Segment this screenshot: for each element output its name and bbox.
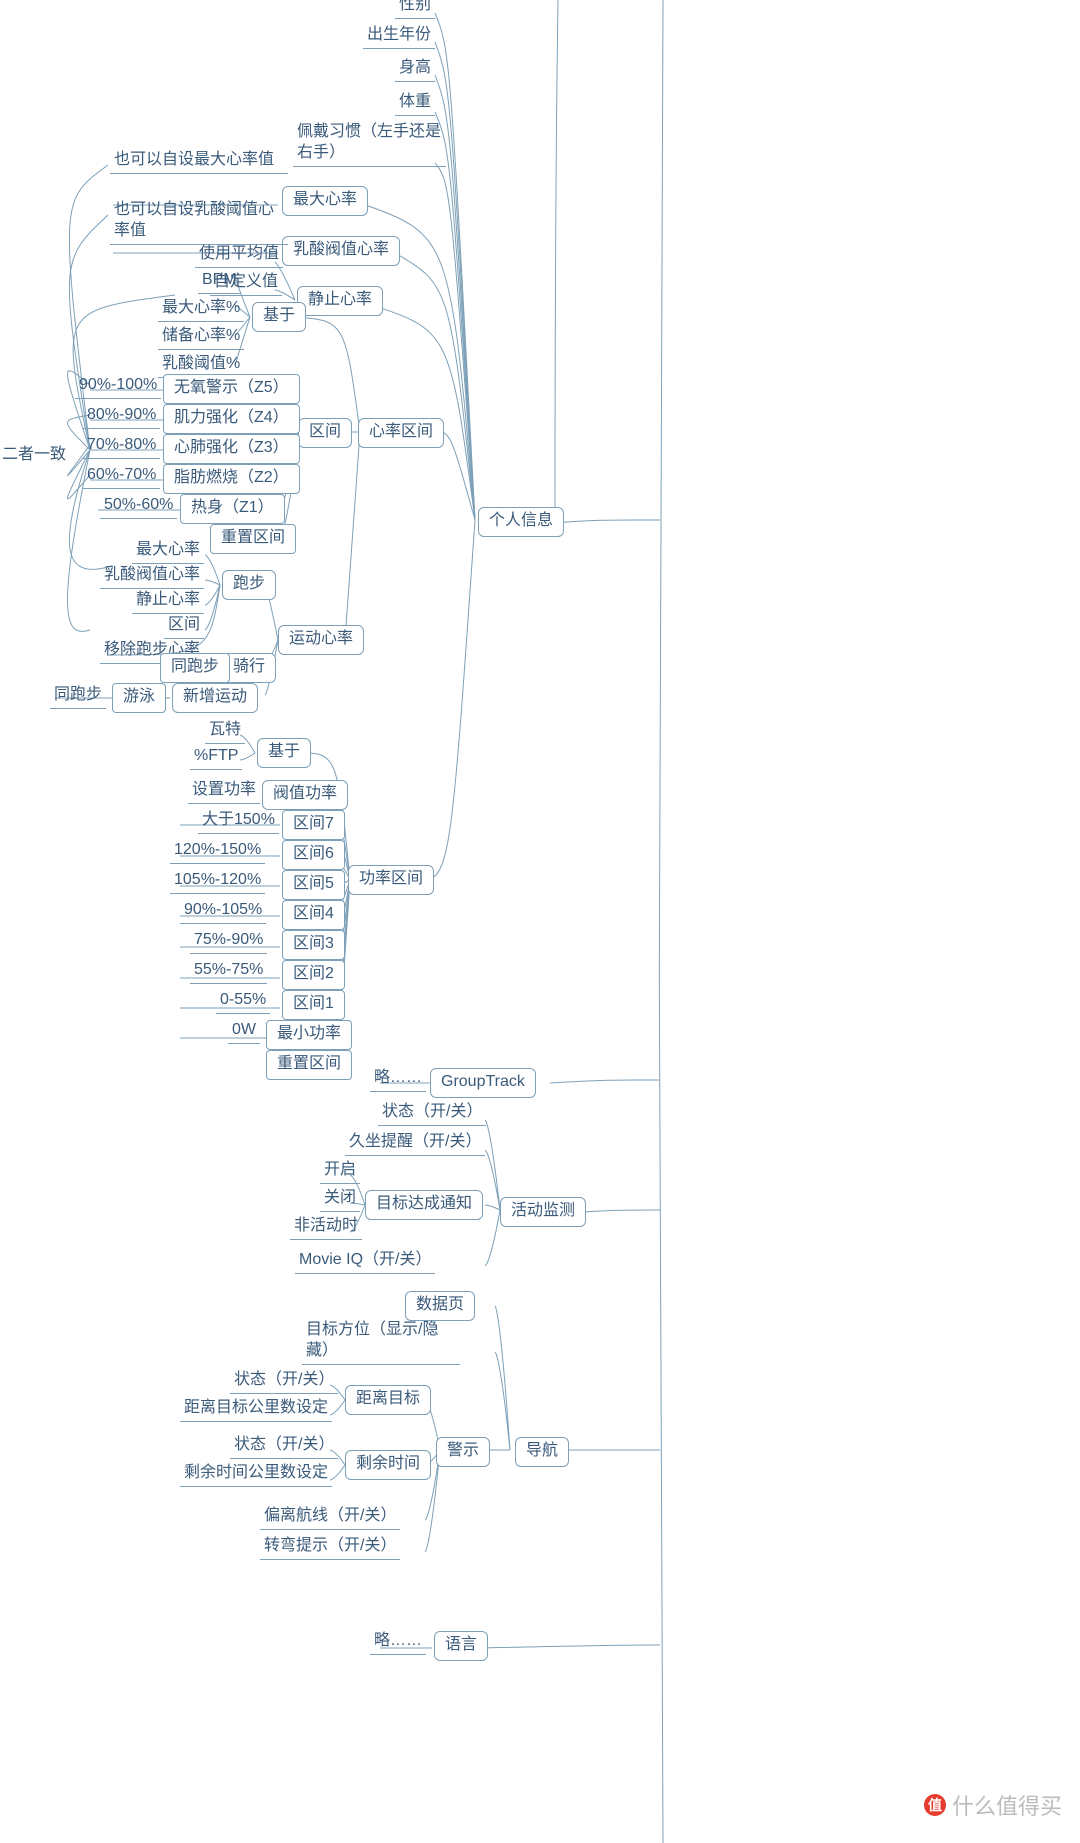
node-pz6: 区间6 bbox=[282, 840, 345, 870]
node-pz1: 区间1 bbox=[282, 990, 345, 1020]
leaf-lactate-hr-note: 也可以自设乳酸阈值心率值 bbox=[110, 200, 288, 245]
watermark-text: 什么值得买 bbox=[952, 1789, 1062, 1821]
watermark-badge-icon: 值 bbox=[924, 1794, 946, 1816]
node-max-hr: 最大心率 bbox=[282, 186, 368, 216]
leaf-grouptrack-omit: 略…… bbox=[370, 1068, 426, 1092]
leaf-resting-avg: 使用平均值 bbox=[195, 244, 283, 268]
node-dist-goal: 距离目标 bbox=[345, 1385, 431, 1415]
node-pz5: 区间5 bbox=[282, 870, 345, 900]
node-z5: 无氧警示（Z5） bbox=[163, 374, 300, 404]
node-pmin: 最小功率 bbox=[266, 1020, 352, 1050]
node-run: 跑步 bbox=[222, 570, 276, 600]
leaf-max-hr-note: 也可以自设最大心率值 bbox=[110, 150, 288, 174]
node-hr-zones: 区间 bbox=[298, 418, 352, 448]
leaf-am-status: 状态（开/关） bbox=[378, 1102, 486, 1126]
leaf-dg-status: 状态（开/关） bbox=[230, 1370, 338, 1394]
leaf-turn-prompt: 转弯提示（开/关） bbox=[260, 1536, 400, 1560]
node-time-rem: 剩余时间 bbox=[345, 1450, 431, 1480]
leaf-power-watt: 瓦特 bbox=[205, 720, 245, 744]
leaf-pz3-pct: 75%-90% bbox=[190, 930, 267, 954]
leaf-language-omit: 略…… bbox=[370, 1631, 426, 1655]
leaf-movie-iq: Movie IQ（开/关） bbox=[295, 1250, 435, 1274]
node-power-based-on: 基于 bbox=[257, 738, 311, 768]
node-z2: 脂肪燃烧（Z2） bbox=[163, 464, 300, 494]
node-navigation: 导航 bbox=[515, 1437, 569, 1467]
node-hr-based-on: 基于 bbox=[252, 302, 306, 332]
node-data-page: 数据页 bbox=[405, 1291, 475, 1321]
leaf-set-power: 设置功率 bbox=[188, 780, 260, 804]
node-personal-info: 个人信息 bbox=[478, 507, 564, 537]
leaf-gender: 性别 bbox=[395, 0, 435, 19]
leaf-power-ftp: %FTP bbox=[190, 746, 242, 770]
node-hr-zone: 心率区间 bbox=[358, 418, 444, 448]
leaf-z2-pct: 60%-70% bbox=[83, 465, 160, 489]
leaf-weight: 体重 bbox=[395, 92, 435, 116]
node-pz2: 区间2 bbox=[282, 960, 345, 990]
node-pz4: 区间4 bbox=[282, 900, 345, 930]
leaf-pz4-pct: 90%-105% bbox=[180, 900, 266, 924]
root-annotation: 二者一致 bbox=[2, 440, 66, 464]
leaf-hr-hrr-pct: 储备心率% bbox=[158, 326, 244, 350]
leaf-z3-pct: 70%-80% bbox=[83, 435, 160, 459]
node-ride: 骑行 bbox=[222, 653, 276, 683]
leaf-pz5-pct: 105%-120% bbox=[170, 870, 265, 894]
node-power-zone: 功率区间 bbox=[348, 865, 434, 895]
leaf-tr-status: 状态（开/关） bbox=[230, 1435, 338, 1459]
leaf-run-resting: 静止心率 bbox=[132, 590, 204, 614]
leaf-dg-set: 距离目标公里数设定 bbox=[180, 1398, 332, 1422]
leaf-hr-bpm: BPM bbox=[198, 270, 241, 294]
leaf-wear-habit: 佩戴习惯（左手还是右手） bbox=[293, 122, 446, 167]
leaf-height: 身高 bbox=[395, 58, 435, 82]
leaf-pz1-pct: 0-55% bbox=[216, 990, 270, 1014]
leaf-hr-maxhr-pct: 最大心率% bbox=[158, 298, 244, 322]
node-z1: 热身（Z1） bbox=[180, 494, 285, 524]
leaf-ride-same: 同跑步 bbox=[160, 653, 230, 683]
node-goal-notify: 目标达成通知 bbox=[365, 1190, 483, 1220]
leaf-off-course: 偏离航线（开/关） bbox=[260, 1506, 400, 1530]
watermark: 值 什么值得买 bbox=[924, 1789, 1062, 1821]
node-language: 语言 bbox=[434, 1631, 488, 1661]
node-activity-monitor: 活动监测 bbox=[500, 1197, 586, 1227]
node-z4: 肌力强化（Z4） bbox=[163, 404, 300, 434]
leaf-pz2-pct: 55%-75% bbox=[190, 960, 267, 984]
leaf-tr-set: 剩余时间公里数设定 bbox=[180, 1463, 332, 1487]
leaf-gn-idle: 非活动时 bbox=[290, 1216, 362, 1240]
node-alert: 警示 bbox=[436, 1437, 490, 1467]
mindmap-diagram: { "root_side_label": "二者一致", "personal_i… bbox=[0, 0, 1080, 1843]
node-lactate-hr: 乳酸阀值心率 bbox=[282, 236, 400, 266]
leaf-z4-pct: 80%-90% bbox=[83, 405, 160, 429]
node-add-sport: 新增运动 bbox=[172, 683, 258, 713]
leaf-run-lactate: 乳酸阀值心率 bbox=[100, 565, 204, 589]
leaf-birth-year: 出生年份 bbox=[363, 25, 435, 49]
leaf-gn-off: 关闭 bbox=[320, 1188, 360, 1212]
leaf-z5-pct: 90%-100% bbox=[75, 375, 161, 399]
leaf-am-sit: 久坐提醒（开/关） bbox=[345, 1132, 485, 1156]
node-z3: 心肺强化（Z3） bbox=[163, 434, 300, 464]
leaf-gn-on: 开启 bbox=[320, 1160, 360, 1184]
node-sport-hr: 运动心率 bbox=[278, 625, 364, 655]
node-pz7: 区间7 bbox=[282, 810, 345, 840]
node-hr-reset: 重置区间 bbox=[210, 524, 296, 554]
leaf-z1-pct: 50%-60% bbox=[100, 495, 177, 519]
leaf-swim-same: 同跑步 bbox=[50, 685, 106, 709]
connector-lines bbox=[0, 0, 1080, 1843]
leaf-bearing: 目标方位（显示/隐藏） bbox=[302, 1320, 460, 1365]
leaf-run-maxhr: 最大心率 bbox=[132, 540, 204, 564]
node-preset: 重置区间 bbox=[266, 1050, 352, 1080]
leaf-pz7-pct: 大于150% bbox=[198, 810, 279, 834]
leaf-pz6-pct: 120%-150% bbox=[170, 840, 265, 864]
node-group-track: GroupTrack bbox=[430, 1068, 536, 1098]
node-pz3: 区间3 bbox=[282, 930, 345, 960]
node-resting-hr: 静止心率 bbox=[297, 286, 383, 316]
leaf-pmin-pct: 0W bbox=[228, 1020, 260, 1044]
node-threshold-power: 阀值功率 bbox=[262, 780, 348, 810]
leaf-run-zones: 区间 bbox=[164, 615, 204, 639]
node-swim: 游泳 bbox=[112, 683, 166, 713]
